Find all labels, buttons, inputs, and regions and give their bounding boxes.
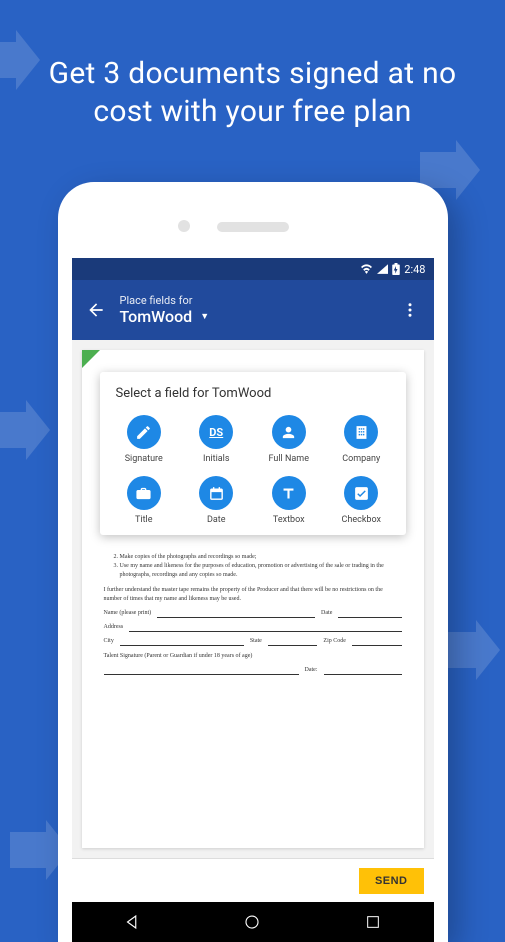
signature-icon [127, 415, 161, 449]
more-button[interactable] [396, 301, 424, 319]
form-label-date2: Date: [305, 666, 318, 675]
initials-icon: DS [199, 415, 233, 449]
field-label: Checkbox [342, 515, 381, 525]
person-icon [272, 415, 306, 449]
phone-hardware-top [72, 196, 434, 258]
field-label: Initials [203, 454, 229, 464]
form-label-address: Address [104, 623, 124, 632]
back-button[interactable] [82, 300, 110, 320]
field-grid: Signature DS Initials Full Name C [110, 415, 396, 525]
field-title[interactable]: Title [110, 476, 179, 525]
phone-camera [178, 220, 190, 232]
nav-back[interactable] [112, 902, 152, 942]
form-label-zip: Zip Code [323, 637, 346, 646]
triangle-back-icon [123, 913, 141, 931]
checkbox-icon [344, 476, 378, 510]
field-popover: Select a field for TomWood Signature DS … [100, 372, 406, 535]
field-initials[interactable]: DS Initials [182, 415, 251, 464]
phone-speaker [217, 222, 289, 232]
field-date[interactable]: Date [182, 476, 251, 525]
text-icon [272, 476, 306, 510]
form-label-state: State [250, 637, 262, 646]
square-recent-icon [365, 914, 381, 930]
doc-paragraph: I further understand the master tape rem… [104, 586, 402, 604]
building-icon [344, 415, 378, 449]
field-textbox[interactable]: Textbox [255, 476, 324, 525]
field-company[interactable]: Company [327, 415, 396, 464]
signal-icon [377, 264, 388, 274]
more-vertical-icon [401, 301, 419, 319]
field-label: Date [207, 515, 226, 525]
field-label: Full Name [269, 454, 309, 464]
document-canvas[interactable]: Select a field for TomWood Signature DS … [72, 340, 434, 858]
document-page: Select a field for TomWood Signature DS … [82, 350, 424, 848]
app-title-block[interactable]: Place fields for TomWood ▼ [120, 294, 396, 326]
popover-title: Select a field for TomWood [110, 386, 396, 401]
field-label: Textbox [273, 515, 305, 525]
chevron-down-icon: ▼ [200, 311, 209, 322]
app-bar: Place fields for TomWood ▼ [72, 280, 434, 340]
battery-icon [392, 263, 400, 275]
app-title: TomWood [120, 307, 193, 326]
status-time: 2:48 [404, 263, 425, 276]
wifi-icon [360, 264, 373, 274]
field-label: Company [342, 454, 380, 464]
phone-frame: 2:48 Place fields for TomWood ▼ Sele [58, 182, 448, 942]
corner-marker [82, 350, 100, 368]
phone-screen: 2:48 Place fields for TomWood ▼ Sele [72, 258, 434, 942]
field-checkbox[interactable]: Checkbox [327, 476, 396, 525]
field-signature[interactable]: Signature [110, 415, 179, 464]
circle-home-icon [243, 913, 261, 931]
form-label-city: City [104, 637, 114, 646]
form-label-name: Name (please print) [104, 609, 152, 618]
arrow-left-icon [86, 300, 106, 320]
field-fullname[interactable]: Full Name [255, 415, 324, 464]
form-label-date: Date [321, 609, 332, 618]
nav-recent[interactable] [353, 902, 393, 942]
briefcase-icon [127, 476, 161, 510]
field-label: Title [135, 515, 152, 525]
android-nav-bar [72, 902, 434, 942]
app-subtitle: Place fields for [120, 294, 396, 307]
form-label-signature: Talent Signature (Parent or Guardian if … [104, 652, 253, 661]
doc-list-item: Use my name and likeness for the purpose… [120, 562, 402, 580]
status-bar: 2:48 [72, 258, 434, 280]
calendar-icon [199, 476, 233, 510]
document-body: Make copies of the photographs and recor… [94, 553, 412, 675]
send-button[interactable]: SEND [359, 868, 424, 894]
nav-home[interactable] [232, 902, 272, 942]
bottom-action-bar: SEND [72, 858, 434, 902]
field-label: Signature [125, 454, 163, 464]
doc-list-item: Make copies of the photographs and recor… [120, 553, 402, 562]
